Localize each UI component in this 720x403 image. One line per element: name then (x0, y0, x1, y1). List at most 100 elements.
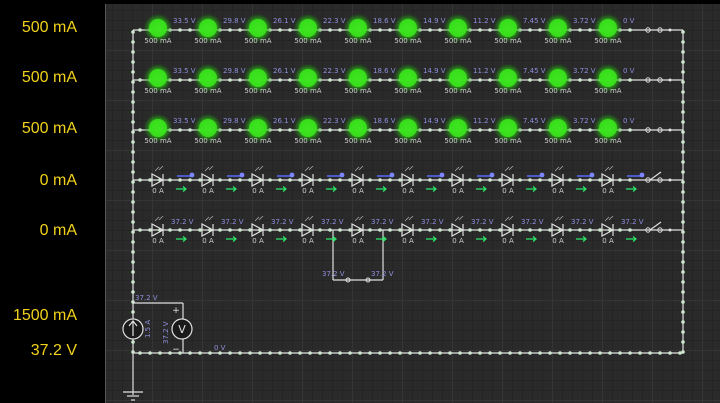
junction-dot (681, 190, 685, 194)
led-lit-icon[interactable] (549, 119, 567, 137)
led-lit-icon[interactable] (399, 19, 417, 37)
led-emit-arrows-icon (404, 215, 414, 222)
junction-dot (378, 128, 382, 132)
junction-dot (138, 351, 142, 355)
node-voltage-label: 7.45 V (523, 17, 546, 25)
current-arrow-icon (626, 236, 637, 242)
led-lit-icon[interactable] (599, 19, 617, 37)
led-lit-icon[interactable] (299, 119, 317, 137)
node-voltage-label: 3.72 V (573, 17, 596, 25)
led-lit-icon[interactable] (349, 69, 367, 87)
junction-dot (148, 178, 152, 182)
junction-dot (288, 28, 292, 32)
node-voltage-label: 7.45 V (523, 117, 546, 125)
led-current-label: 500 mA (344, 87, 371, 95)
junction-dot (328, 28, 332, 32)
led-lit-icon[interactable] (199, 19, 217, 37)
led-current-label: 0 A (252, 187, 264, 195)
led-lit-icon[interactable] (599, 119, 617, 137)
junction-dot (578, 28, 582, 32)
led-emit-arrows-icon (504, 165, 514, 172)
junction-dot (328, 228, 332, 232)
node-voltage-label: 0 V (623, 67, 635, 75)
node-voltage-label: 18.6 V (373, 117, 396, 125)
junction-dot (198, 178, 202, 182)
switch-node (668, 78, 672, 82)
switch-blade[interactable] (649, 171, 662, 181)
led-lit-icon[interactable] (449, 69, 467, 87)
bottom-rail-voltage: 0 V (214, 344, 226, 352)
current-arrow-icon (326, 236, 337, 242)
led-lit-icon[interactable] (449, 119, 467, 137)
junction-dot (131, 260, 135, 264)
led-lit-icon[interactable] (299, 19, 317, 37)
junction-dot (348, 228, 352, 232)
junction-dot (248, 228, 252, 232)
junction-dot (668, 351, 672, 355)
led-lit-icon[interactable] (149, 69, 167, 87)
junction-dot (681, 280, 685, 284)
junction-dot (428, 351, 432, 355)
led-lit-icon[interactable] (499, 69, 517, 87)
junction-dot (538, 28, 542, 32)
circuit-schematic[interactable]: 33.5 V 500 mA 29.8 V 500 mA 26.1 V 500 mA 22.3… (0, 0, 720, 403)
junction-dot (681, 330, 685, 334)
junction-dot (528, 128, 532, 132)
junction-dot (388, 228, 392, 232)
led-lit-icon[interactable] (299, 69, 317, 87)
junction-dot (488, 128, 492, 132)
junction-dot (188, 351, 192, 355)
junction-dot (338, 28, 342, 32)
led-lit-icon[interactable] (349, 19, 367, 37)
junction-dot (338, 128, 342, 132)
led-lit-icon[interactable] (449, 19, 467, 37)
led-current-label: 0 A (202, 187, 214, 195)
led-lit-icon[interactable] (249, 69, 267, 87)
junction-dot (681, 120, 685, 124)
led-lit-icon[interactable] (399, 69, 417, 87)
junction-dot (131, 110, 135, 114)
junction-dot (648, 351, 652, 355)
led-lit-icon[interactable] (249, 119, 267, 137)
led-lit-icon[interactable] (549, 69, 567, 87)
led-lit-icon[interactable] (149, 119, 167, 137)
led-lit-icon[interactable] (399, 119, 417, 137)
junction-dot (548, 178, 552, 182)
junction-dot (131, 50, 135, 54)
led-emit-arrows-icon (254, 215, 264, 222)
junction-dot (228, 178, 232, 182)
led-lit-icon[interactable] (149, 19, 167, 37)
led-lit-icon[interactable] (199, 69, 217, 87)
node-voltage-label: 26.1 V (273, 17, 296, 25)
switch-blade[interactable] (649, 221, 662, 231)
led-lit-icon[interactable] (499, 119, 517, 137)
led-current-label: 0 A (352, 187, 364, 195)
led-lit-icon[interactable] (199, 119, 217, 137)
junction-dot (478, 351, 482, 355)
junction-dot (628, 351, 632, 355)
junction-dot (298, 178, 302, 182)
node-voltage-label: 33.5 V (173, 17, 196, 25)
led-emit-arrows-icon (404, 165, 414, 172)
junction-dot (378, 351, 382, 355)
led-lit-icon[interactable] (549, 19, 567, 37)
current-arrow-icon (526, 186, 537, 192)
node-voltage-label: 37.2 V (621, 218, 644, 226)
junction-dot (398, 228, 402, 232)
junction-dot (681, 170, 685, 174)
junction-dot (681, 160, 685, 164)
junction-dot (258, 351, 262, 355)
junction-dot (438, 28, 442, 32)
junction-dot (188, 178, 192, 182)
junction-dot (681, 90, 685, 94)
led-lit-icon[interactable] (499, 19, 517, 37)
junction-dot (518, 228, 522, 232)
junction-dot (681, 320, 685, 324)
switch-node (668, 128, 672, 132)
led-lit-icon[interactable] (599, 69, 617, 87)
led-lit-icon[interactable] (349, 119, 367, 137)
led-lit-icon[interactable] (249, 19, 267, 37)
junction-dot (488, 78, 492, 82)
junction-dot (438, 228, 442, 232)
junction-dot (528, 178, 532, 182)
